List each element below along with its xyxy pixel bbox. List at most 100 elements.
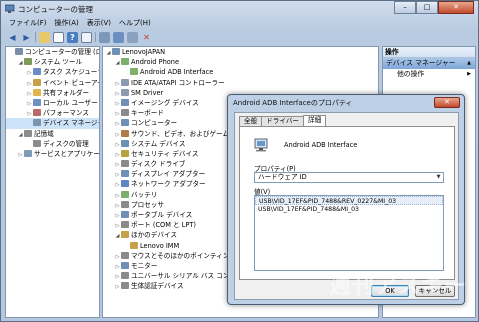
device-tree-label: プロセッサ [131, 200, 164, 209]
device-tree-label: コンピューター [131, 119, 178, 128]
device-tree-label: キーボード [131, 109, 164, 118]
minimize-button[interactable]: – [394, 1, 416, 14]
nav-tree-item[interactable]: ◢ システム ツール [6, 57, 99, 67]
device-tree-label: SM Driver [131, 88, 164, 97]
device-category-icon [121, 58, 129, 66]
nav-tree-item[interactable]: ◢ 記憶域 [6, 129, 99, 139]
device-tree-item[interactable]: ◢ Android Phone [103, 57, 378, 67]
device-category-icon [112, 48, 120, 55]
device-category-icon [33, 88, 41, 96]
actions-section-label: デバイス マネージャー [386, 59, 456, 67]
value-item[interactable]: USB\VID_17EF&PID_7488&REV_0227&MI_03 [255, 196, 443, 205]
collapse-arrow-icon[interactable]: ▲ [467, 58, 471, 69]
disable-device-icon[interactable] [127, 31, 138, 43]
scan-hardware-icon[interactable] [99, 31, 110, 43]
nav-tree-item[interactable]: ▷ タスク スケジューラ [6, 67, 99, 77]
device-tree-item[interactable]: Android ADB Interface [103, 67, 378, 77]
property-select-value: ハードウェア ID [258, 173, 307, 181]
tab-general[interactable]: 全般 [239, 116, 263, 126]
toolbar: ◀ ▶ ? ✕ [3, 30, 152, 44]
nav-tree-label: 記憶域 [34, 129, 54, 138]
device-category-icon [33, 109, 41, 117]
nav-tree-item[interactable]: ▷ 共有フォルダー [6, 88, 99, 98]
tab-driver[interactable]: ドライバー [261, 116, 305, 126]
device-tree-label: モニター [131, 261, 158, 270]
device-tree-label: バッテリ [131, 190, 158, 199]
device-tree-label: Android Phone [131, 58, 180, 67]
tab-details[interactable]: 詳細 [303, 115, 327, 126]
nav-tree-item[interactable]: ▷ローカル ユーザーとグ [6, 98, 99, 108]
other-actions-item[interactable]: 他の操作 ▶ [383, 69, 475, 80]
show-hide-tree-icon[interactable] [53, 31, 64, 43]
device-name: Android ADB Interface [284, 141, 358, 149]
up-folder-icon[interactable] [39, 31, 50, 43]
details-tab-pane: Android ADB Interface プロパティ(P) ハードウェア ID… [239, 126, 455, 280]
device-category-icon [121, 109, 129, 117]
properties-icon[interactable] [81, 31, 92, 43]
nav-tree-label: サービスとアプリケーション [34, 149, 100, 158]
device-category-icon [121, 78, 129, 86]
submenu-arrow-icon: ▶ [467, 71, 471, 77]
device-category-icon [24, 58, 32, 66]
update-driver-icon[interactable] [113, 31, 124, 43]
menu-view[interactable]: 表示(V) [87, 18, 111, 29]
device-category-icon [121, 149, 129, 157]
device-category-icon [121, 160, 129, 168]
title-bar: コンピューターの管理 – □ ✕ [1, 1, 478, 18]
device-category-icon [121, 119, 129, 127]
device-tree-label: システム デバイス [131, 139, 186, 148]
nav-tree-item[interactable]: ▷ イベント ビューアー [6, 78, 99, 88]
maximize-button[interactable]: □ [416, 1, 438, 14]
nav-tree-item[interactable]: コンピューターの管理 (ロー [6, 47, 99, 57]
device-category-icon [121, 211, 129, 218]
menu-help[interactable]: ヘルプ(H) [119, 18, 151, 29]
expand-arrow-icon[interactable]: ▷ [17, 150, 24, 160]
menu-action[interactable]: 操作(A) [55, 18, 79, 29]
device-tree-item[interactable]: ▷ IDE ATA/ATAPI コントローラー [103, 78, 378, 88]
uninstall-device-icon[interactable]: ✕ [141, 32, 152, 43]
value-list[interactable]: USB\VID_17EF&PID_7488&REV_0227&MI_03 USB… [254, 195, 444, 271]
dialog-tabs: 全般 ドライバー 詳細 [239, 115, 327, 126]
device-tree-item[interactable]: ◢ LenovoJAPAN [103, 47, 378, 57]
nav-tree-item[interactable]: デバイス マネージャー [6, 118, 99, 129]
watermark-logo: 週刊アスキー [328, 274, 467, 299]
device-category-icon [121, 129, 129, 137]
toolbar-separator [95, 32, 96, 42]
back-icon[interactable]: ◀ [7, 32, 18, 43]
device-tree-label: イメージング デバイス [131, 98, 199, 107]
expand-arrow-icon[interactable]: ▷ [114, 282, 121, 292]
nav-tree-label: システム ツール [34, 58, 83, 67]
actions-section-device-manager[interactable]: デバイス マネージャー ▲ [383, 58, 475, 69]
device-category-icon [121, 200, 129, 208]
nav-tree-label: タスク スケジューラ [43, 68, 100, 77]
device-category-icon [121, 221, 129, 229]
device-tree-label: Android ADB Interface [140, 68, 214, 77]
actions-header: 操作 [383, 47, 475, 58]
device-tree-label: IDE ATA/ATAPI コントローラー [131, 78, 225, 87]
dropdown-arrow-icon[interactable]: ▼ [434, 173, 443, 182]
device-category-icon [15, 48, 23, 55]
device-category-icon [33, 68, 41, 76]
device-category-icon [24, 129, 32, 137]
navigation-tree-pane[interactable]: コンピューターの管理 (ロー◢システム ツール▷タスク スケジューラ▷イベント … [5, 46, 100, 318]
forward-icon[interactable]: ▶ [21, 32, 32, 43]
device-category-icon [121, 231, 129, 239]
value-item[interactable]: USB\VID_17EF&PID_7488&MI_03 [255, 205, 443, 214]
device-category-icon [33, 139, 41, 147]
device-tree-label: ディスプレイ アダプター [131, 170, 206, 179]
nav-tree-item[interactable]: ▷ サービスとアプリケーション [6, 149, 99, 159]
nav-tree-item[interactable]: ディスクの管理 [6, 139, 99, 149]
dialog-close-button[interactable]: ✕ [434, 97, 460, 108]
nav-tree-label: ローカル ユーザーとグ [43, 98, 99, 107]
property-select[interactable]: ハードウェア ID ▼ [254, 172, 444, 183]
device-category-icon [121, 282, 129, 290]
computer-management-icon [5, 4, 15, 13]
menu-file[interactable]: ファイル(F) [9, 18, 47, 29]
nav-tree-label: コンピューターの管理 (ロー [25, 48, 99, 56]
menu-bar: ファイル(F) 操作(A) 表示(V) ヘルプ(H) [3, 18, 151, 29]
device-category-icon [121, 170, 129, 178]
close-button[interactable]: ✕ [438, 1, 474, 14]
nav-tree-item[interactable]: ▷ パフォーマンス [6, 108, 99, 118]
help-icon[interactable]: ? [67, 31, 78, 43]
toolbar-separator [35, 32, 36, 42]
